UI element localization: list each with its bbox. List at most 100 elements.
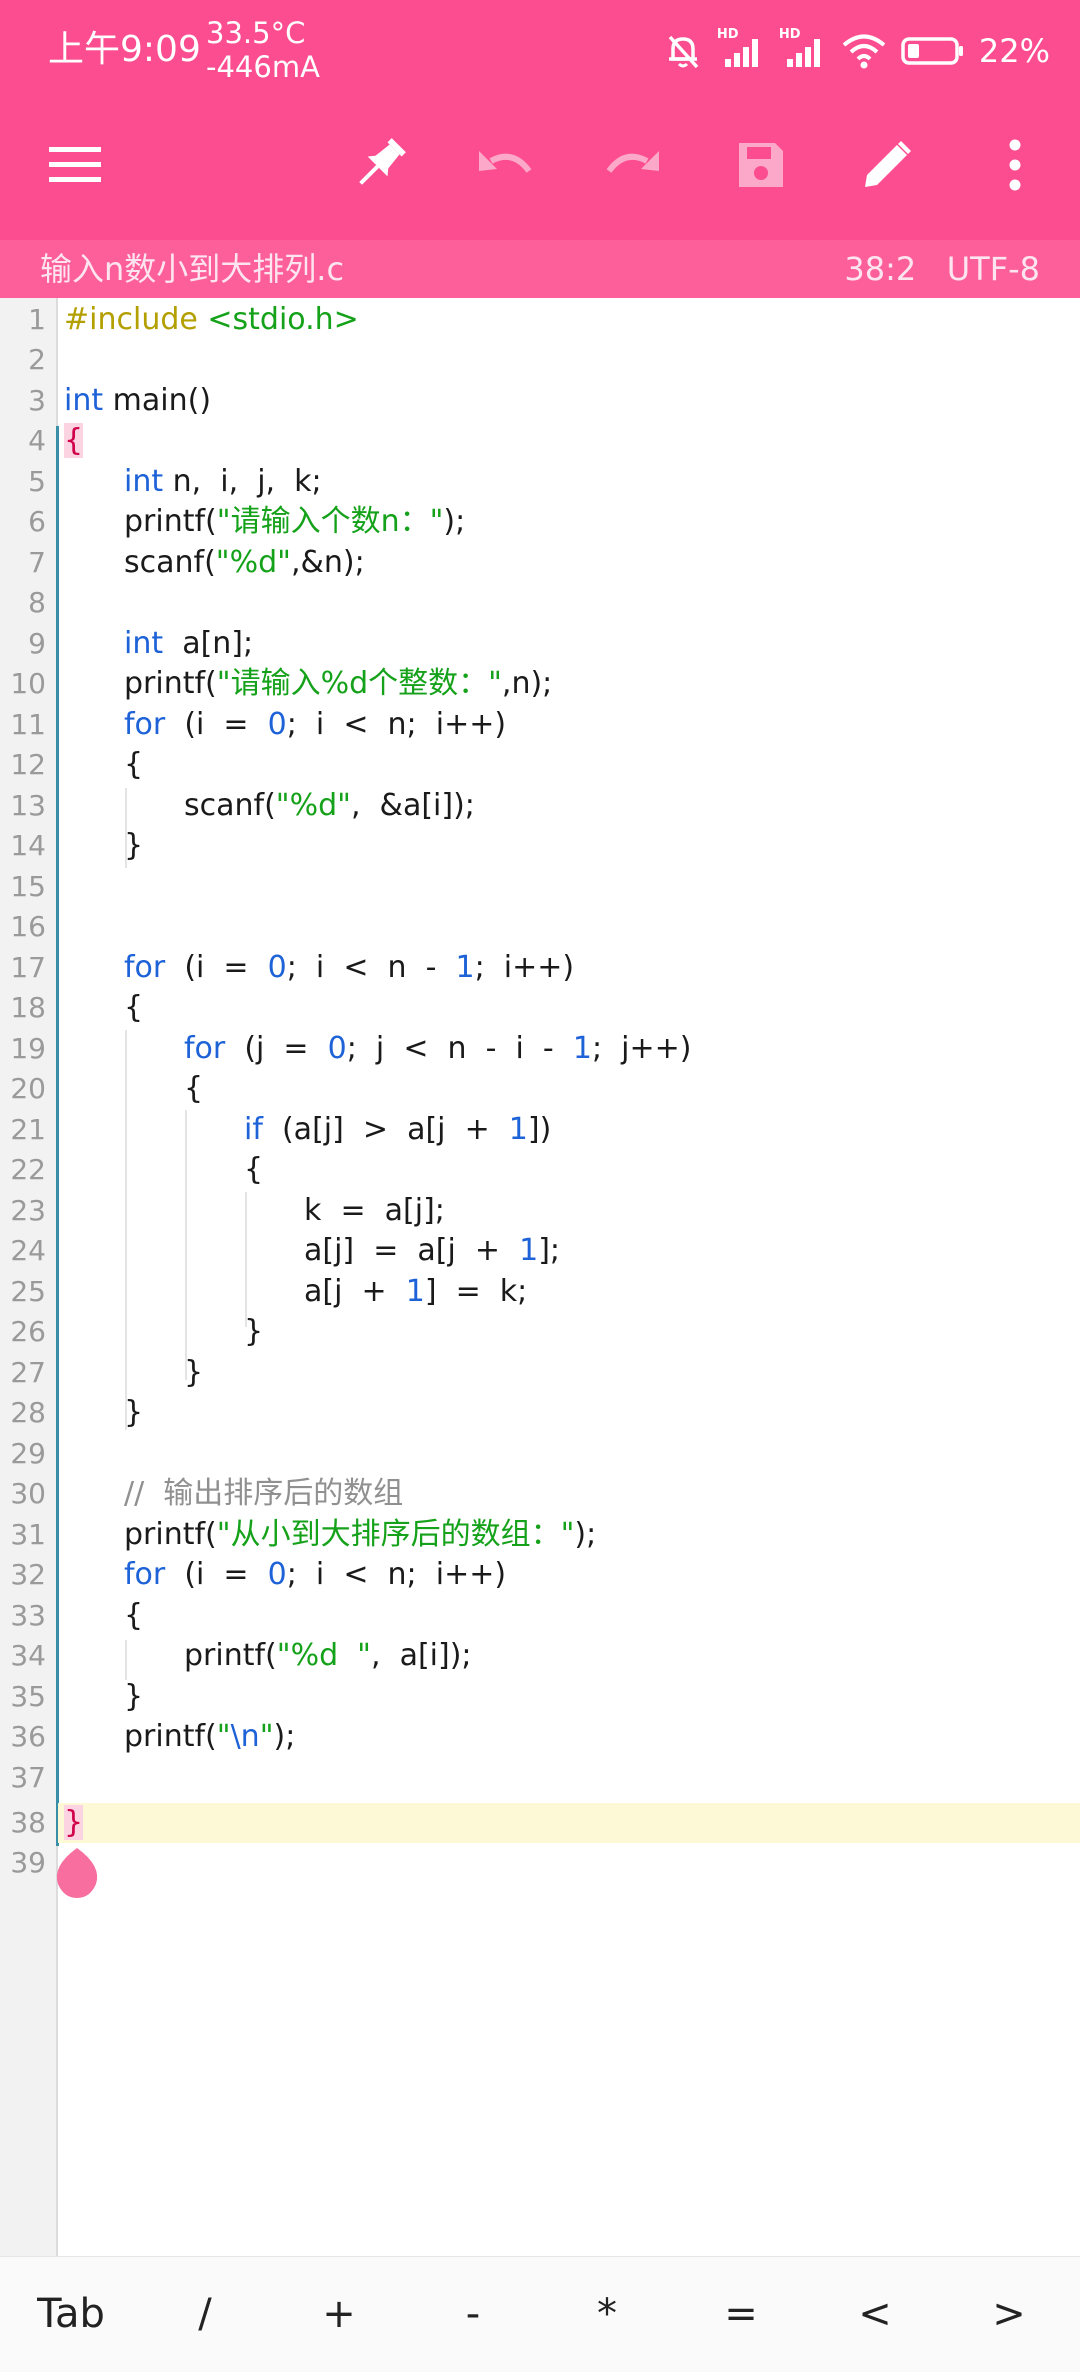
app-header: 上午9:09 33.5°C -446mA HD HD 22% <box>0 0 1080 240</box>
code-line: 4{ <box>0 421 1080 461</box>
code-text: } <box>244 1312 263 1352</box>
code-token: 0 <box>267 950 287 985</box>
code-text: a[j] = a[j + 1]; <box>304 1231 560 1271</box>
code-token: ; i++) <box>474 950 575 985</box>
code-token: "从小到大排序后的数组：" <box>216 1517 575 1552</box>
code-line: 21 if (a[j] > a[j + 1]) <box>0 1110 1080 1150</box>
code-token: ; i < n - <box>286 950 456 985</box>
code-token: <stdio.h> <box>207 302 359 337</box>
code-token: } <box>124 828 144 863</box>
equals-key[interactable]: = <box>674 2283 808 2345</box>
code-token: "%d " <box>276 1638 371 1673</box>
code-line: 7 scanf("%d",&n); <box>0 543 1080 583</box>
code-text: k = a[j]; <box>304 1191 445 1231</box>
current-text: -446mA <box>206 50 320 84</box>
code-line: 34 printf("%d ", a[i]); <box>0 1636 1080 1676</box>
code-line: 9 int a[n]; <box>0 624 1080 664</box>
code-line: 24 a[j] = a[j + 1]; <box>0 1231 1080 1271</box>
code-token: main() <box>103 383 212 418</box>
code-line: 39 <box>0 1843 1080 1883</box>
code-line: 23 k = a[j]; <box>0 1191 1080 1231</box>
asterisk-key[interactable]: * <box>540 2283 674 2345</box>
less-than-key[interactable]: < <box>808 2283 942 2345</box>
code-line: 2 <box>0 340 1080 380</box>
code-token: ]) <box>527 1112 552 1147</box>
code-line: 29 <box>0 1434 1080 1474</box>
greater-than-key[interactable]: > <box>942 2283 1076 2345</box>
save-icon[interactable] <box>726 130 796 200</box>
minus-key[interactable]: - <box>406 2283 540 2345</box>
code-line: 35} <box>0 1677 1080 1717</box>
code-token: printf( <box>124 1517 217 1552</box>
code-token: printf( <box>124 666 217 701</box>
plus-key[interactable]: + <box>272 2283 406 2345</box>
code-line: 33 { <box>0 1596 1080 1636</box>
code-token: for <box>184 1031 226 1066</box>
code-text: for (i = 0; i < n; i++) <box>124 1555 506 1595</box>
code-line: 31 printf("从小到大排序后的数组："); <box>0 1515 1080 1555</box>
line-number: 6 <box>28 505 46 538</box>
undo-icon[interactable] <box>470 130 540 200</box>
line-number: 18 <box>10 991 46 1024</box>
code-line: 37 <box>0 1758 1080 1798</box>
code-token: for <box>124 707 166 742</box>
code-text: printf("请输入个数n："); <box>124 502 465 542</box>
text-cursor-handle[interactable] <box>52 1846 102 1898</box>
code-token: " <box>259 1719 274 1754</box>
code-line: 20 { <box>0 1069 1080 1109</box>
code-token: { <box>124 1598 144 1633</box>
code-line: 6 printf("请输入个数n："); <box>0 502 1080 542</box>
code-line: 32 for (i = 0; i < n; i++) <box>0 1555 1080 1595</box>
code-token: { <box>64 423 84 458</box>
code-token: (i = <box>165 707 268 742</box>
code-token: int <box>124 464 164 499</box>
line-number: 1 <box>28 303 46 336</box>
code-text: int main() <box>64 381 211 421</box>
code-text: { <box>124 1596 143 1636</box>
code-line: 10 printf("请输入%d个整数：",n); <box>0 664 1080 704</box>
tab-key[interactable]: Tab <box>4 2283 138 2345</box>
code-line: 27} <box>0 1353 1080 1393</box>
line-number: 5 <box>28 465 46 498</box>
line-number: 20 <box>10 1072 46 1105</box>
code-token: 1 <box>572 1031 592 1066</box>
code-text: { <box>124 745 143 785</box>
mute-bell-icon <box>668 35 699 69</box>
slash-key[interactable]: / <box>138 2283 272 2345</box>
code-text: } <box>64 1803 84 1843</box>
code-token: ); <box>574 1517 597 1552</box>
edit-icon[interactable] <box>852 130 922 200</box>
code-token: " <box>216 1719 231 1754</box>
line-number: 3 <box>28 384 46 417</box>
code-token: #include <box>64 302 198 337</box>
cursor-position: 38:2 <box>844 250 917 288</box>
menu-icon[interactable] <box>40 130 110 200</box>
line-number: 24 <box>10 1234 46 1267</box>
line-number: 36 <box>10 1720 46 1753</box>
redo-icon[interactable] <box>598 130 668 200</box>
code-text: a[j + 1] = k; <box>304 1272 527 1312</box>
code-line: 30 // 输出排序后的数组 <box>0 1474 1080 1514</box>
line-number: 16 <box>10 910 46 943</box>
status-icons: HD HD 22% <box>663 26 1050 76</box>
code-token: } <box>124 1679 144 1714</box>
code-comment: // 输出排序后的数组 <box>124 1476 404 1511</box>
code-token: } <box>64 1805 84 1840</box>
code-token: ; j < n - i - <box>346 1031 573 1066</box>
code-text: #include <stdio.h> <box>64 300 359 340</box>
code-token: { <box>124 990 144 1025</box>
code-text: int n, i, j, k; <box>124 462 322 502</box>
line-number: 29 <box>10 1437 46 1470</box>
battery-icon <box>901 37 963 65</box>
pin-icon[interactable] <box>344 130 414 200</box>
line-number: 37 <box>10 1761 46 1794</box>
line-number: 10 <box>10 667 46 700</box>
line-number: 7 <box>28 546 46 579</box>
wifi-icon <box>842 34 886 69</box>
line-number: 12 <box>10 748 46 781</box>
more-icon[interactable] <box>980 130 1050 200</box>
line-number: 13 <box>10 789 46 822</box>
code-token: "%d" <box>275 788 351 823</box>
code-token: ,&n); <box>290 545 365 580</box>
code-token: { <box>244 1152 264 1187</box>
